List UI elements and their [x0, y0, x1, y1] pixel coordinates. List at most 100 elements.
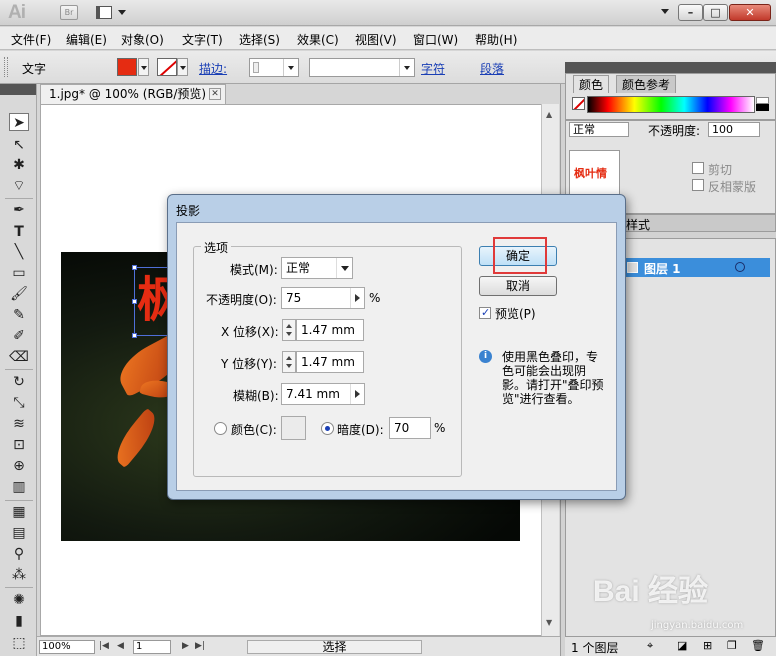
x-offset-stepper[interactable]: [282, 319, 296, 341]
opacity-field[interactable]: 100: [708, 122, 760, 137]
new-layer-icon[interactable]: ❐: [727, 639, 737, 652]
arrange-documents-button[interactable]: [94, 4, 128, 21]
close-tab-icon[interactable]: ✕: [209, 88, 221, 100]
scroll-up-icon[interactable]: ▲: [546, 110, 552, 119]
y-offset-stepper[interactable]: [282, 351, 296, 373]
menu-type[interactable]: 文字(T): [182, 31, 223, 48]
menu-file[interactable]: 文件(F): [11, 31, 51, 48]
locate-object-icon[interactable]: ⌖: [647, 639, 653, 653]
eraser-tool-icon[interactable]: ⌫: [9, 348, 29, 366]
selection-handle[interactable]: [132, 333, 137, 338]
document-tab[interactable]: 1.jpg* @ 100% (RGB/预览) ✕: [40, 84, 226, 104]
first-page-icon[interactable]: |◀: [99, 641, 109, 651]
menu-help[interactable]: 帮助(H): [475, 31, 517, 48]
minimize-button[interactable]: –: [678, 4, 703, 21]
menu-object[interactable]: 对象(O): [121, 31, 164, 48]
stroke-swatch[interactable]: [157, 58, 177, 76]
cancel-button[interactable]: 取消: [479, 276, 557, 296]
invert-mask-checkbox[interactable]: [692, 179, 704, 191]
blur-value: 7.41 mm: [286, 387, 340, 401]
line-tool-icon[interactable]: ╲: [9, 243, 29, 261]
font-family-field[interactable]: [309, 58, 415, 77]
tab-styles[interactable]: 样式: [626, 216, 650, 233]
black-white-swatch[interactable]: [756, 97, 769, 112]
free-transform-tool-icon[interactable]: ⊡: [9, 436, 29, 454]
blur-input[interactable]: 7.41 mm: [281, 383, 365, 405]
tab-color[interactable]: 颜色: [573, 75, 610, 93]
layer-name[interactable]: 图层 1: [644, 260, 681, 277]
prev-page-icon[interactable]: ◀: [117, 641, 124, 651]
blur-slider-icon[interactable]: [350, 384, 364, 404]
close-button[interactable]: ✕: [729, 4, 771, 21]
thumbnail[interactable]: 枫叶情: [569, 150, 620, 197]
panel-header[interactable]: [565, 62, 776, 73]
y-offset-input[interactable]: 1.47 mm: [296, 351, 364, 373]
page-field[interactable]: 1: [133, 640, 171, 654]
mode-select[interactable]: 正常: [281, 257, 353, 279]
make-clip-mask-icon[interactable]: ◪: [677, 639, 687, 652]
opacity-input[interactable]: 75: [281, 287, 365, 309]
status-mode[interactable]: 选择: [247, 640, 422, 654]
selection-handle[interactable]: [132, 265, 137, 270]
preview-checkbox[interactable]: [479, 306, 491, 319]
menu-view[interactable]: 视图(V): [355, 31, 397, 48]
eyedropper-tool-icon[interactable]: ⚲: [9, 545, 29, 563]
blend-tool-icon[interactable]: ⁂: [9, 566, 29, 584]
chevron-down-icon[interactable]: [336, 258, 352, 278]
pencil-tool-icon[interactable]: ✎: [9, 306, 29, 324]
stroke-weight-field[interactable]: [249, 58, 299, 77]
warp-tool-icon[interactable]: ≋: [9, 415, 29, 433]
selection-tool-icon[interactable]: ➤: [9, 113, 29, 131]
character-link[interactable]: 字符: [421, 60, 445, 77]
clip-checkbox[interactable]: [692, 162, 704, 174]
menu-edit[interactable]: 编辑(E): [66, 31, 107, 48]
opacity-slider-icon[interactable]: [350, 288, 364, 308]
artboard-tool-icon[interactable]: ⬚: [9, 634, 29, 652]
stroke-dropdown[interactable]: [177, 58, 188, 76]
column-graph-tool-icon[interactable]: ▮: [9, 612, 29, 630]
menu-effect[interactable]: 效果(C): [297, 31, 339, 48]
last-page-icon[interactable]: ▶|: [195, 641, 205, 651]
scroll-down-icon[interactable]: ▼: [546, 618, 552, 627]
scale-tool-icon[interactable]: ⤡: [9, 394, 29, 412]
color-radio[interactable]: [214, 422, 227, 435]
rotate-tool-icon[interactable]: ↻: [9, 373, 29, 391]
color-spectrum[interactable]: [587, 96, 755, 113]
graph-tool-icon[interactable]: ▥: [9, 478, 29, 496]
new-sublayer-icon[interactable]: ⊞: [703, 639, 712, 652]
tab-color-guide[interactable]: 颜色参考: [616, 75, 677, 93]
lasso-tool-icon[interactable]: ⌔: [9, 177, 29, 195]
direct-selection-tool-icon[interactable]: ↖: [9, 136, 29, 154]
workspace-switcher-icon[interactable]: [661, 9, 669, 14]
delete-layer-icon[interactable]: 🗑: [751, 639, 765, 652]
bridge-button[interactable]: Br: [60, 5, 78, 20]
x-offset-input[interactable]: 1.47 mm: [296, 319, 364, 341]
maximize-button[interactable]: □: [703, 4, 728, 21]
none-swatch[interactable]: [572, 97, 585, 110]
darkness-radio[interactable]: [321, 422, 334, 435]
selection-handle[interactable]: [132, 299, 137, 304]
paragraph-link[interactable]: 段落: [480, 60, 504, 77]
rectangle-tool-icon[interactable]: ▭: [9, 264, 29, 282]
fill-swatch[interactable]: [117, 58, 137, 76]
blob-brush-tool-icon[interactable]: ✐: [9, 327, 29, 345]
paintbrush-tool-icon[interactable]: 🖌: [9, 285, 29, 303]
shape-builder-tool-icon[interactable]: ⊕: [9, 457, 29, 475]
gradient-tool-icon[interactable]: ▤: [9, 524, 29, 542]
darkness-input[interactable]: 70: [389, 417, 431, 439]
zoom-field[interactable]: 100%: [39, 640, 95, 654]
symbol-sprayer-tool-icon[interactable]: ✺: [9, 591, 29, 609]
mesh-tool-icon[interactable]: ▦: [9, 503, 29, 521]
menu-select[interactable]: 选择(S): [239, 31, 280, 48]
control-bar-grip[interactable]: [4, 57, 8, 77]
stroke-link[interactable]: 描边:: [199, 60, 227, 77]
shadow-color-swatch[interactable]: [281, 416, 306, 440]
type-tool-icon[interactable]: T: [9, 223, 29, 241]
target-icon[interactable]: [735, 262, 745, 272]
pen-tool-icon[interactable]: ✒: [9, 201, 29, 219]
next-page-icon[interactable]: ▶: [182, 641, 189, 651]
magic-wand-tool-icon[interactable]: ✱: [9, 156, 29, 174]
fill-dropdown[interactable]: [138, 58, 149, 76]
menu-window[interactable]: 窗口(W): [413, 31, 458, 48]
blend-mode-select[interactable]: 正常: [569, 122, 629, 137]
